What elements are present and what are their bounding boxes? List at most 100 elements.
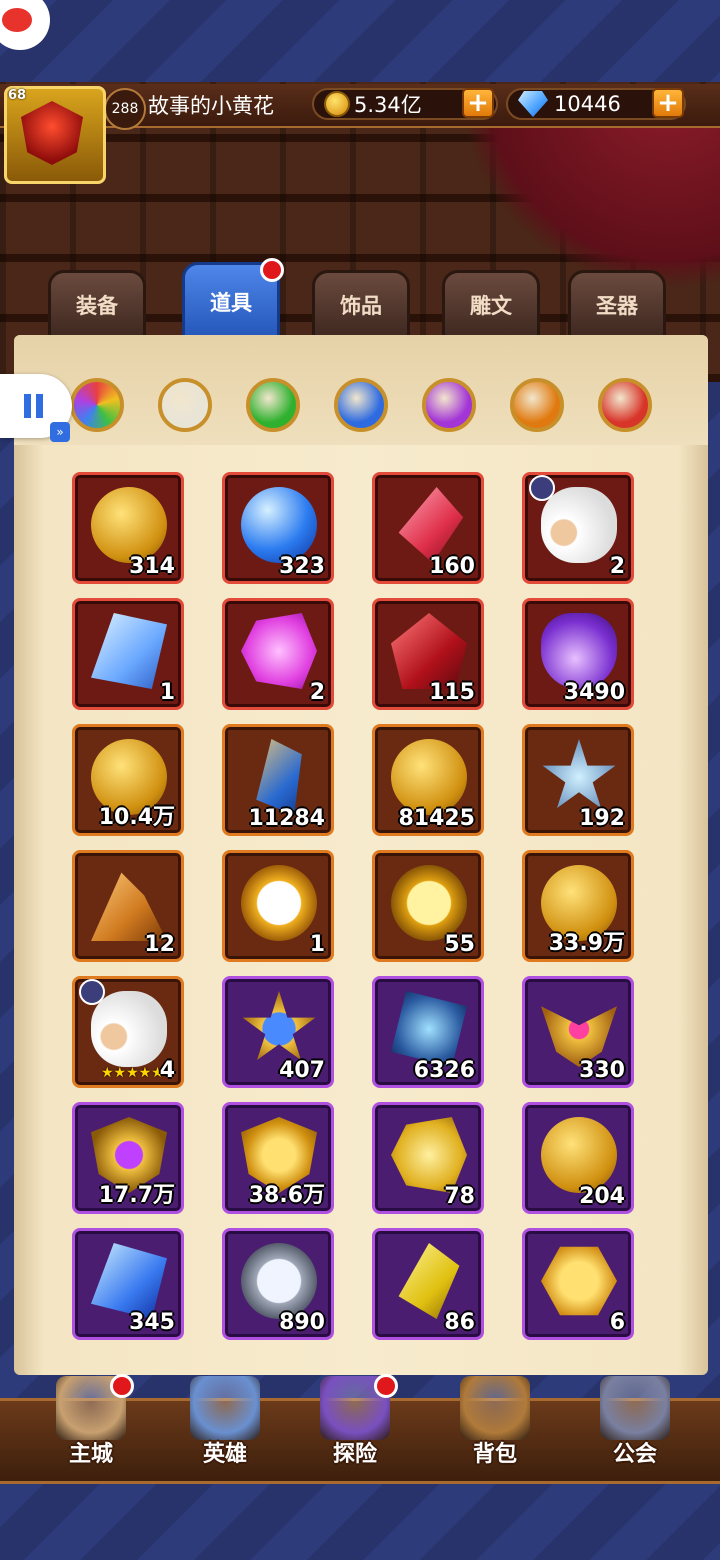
inventory-item[interactable]: 407 <box>222 976 334 1088</box>
storm-stone-icon <box>391 991 467 1067</box>
nav-item[interactable]: 英雄 <box>170 1366 280 1476</box>
m-coin-icon <box>541 1117 617 1193</box>
inventory-item[interactable]: 330 <box>522 976 634 1088</box>
inventory-item[interactable]: 2 <box>522 472 634 584</box>
inventory-item[interactable]: 12 <box>72 850 184 962</box>
nav-item[interactable]: 公会 <box>580 1366 690 1476</box>
item-count: 1 <box>309 932 325 957</box>
inventory-item[interactable]: 160 <box>372 472 484 584</box>
tab-label: 装备 <box>76 294 118 318</box>
hero-portrait-icon <box>190 1376 260 1440</box>
inventory-item[interactable]: 81425 <box>372 724 484 836</box>
hex-coin-icon <box>541 1246 617 1316</box>
item-count: 314 <box>129 554 175 579</box>
item-count: 38.6万 <box>248 1183 325 1208</box>
nav-label: 探险 <box>332 1442 377 1467</box>
item-count: 6 <box>609 1310 625 1335</box>
stopwatch-icon <box>241 865 317 941</box>
auto-play-button[interactable]: » <box>0 374 72 442</box>
item-count: 2 <box>309 680 325 705</box>
item-count: 78 <box>444 1184 475 1209</box>
power-badge: 288 <box>104 88 146 130</box>
tab-accessories[interactable]: 饰品 <box>312 270 410 340</box>
magnifier-silver-icon <box>241 1243 317 1319</box>
item-count: 323 <box>279 554 325 579</box>
inventory-item[interactable]: 17.7万 <box>72 1102 184 1214</box>
item-count: 160 <box>429 554 475 579</box>
item-count: 11284 <box>248 806 325 831</box>
inventory-item[interactable]: 6326 <box>372 976 484 1088</box>
inventory-item[interactable]: 33.9万 <box>522 850 634 962</box>
nav-item[interactable]: 背包 <box>440 1366 550 1476</box>
inventory-item[interactable]: 3490 <box>522 598 634 710</box>
rune-stone-icon <box>91 613 167 689</box>
pause-icon <box>24 394 31 418</box>
notification-dot <box>110 1374 134 1398</box>
red-crystal-cluster-icon <box>391 613 467 689</box>
item-count: 890 <box>279 1310 325 1335</box>
inventory-item[interactable]: 38.6万 <box>222 1102 334 1214</box>
item-count: 330 <box>579 1058 625 1083</box>
tab-label: 圣器 <box>596 294 638 318</box>
filter-purple[interactable] <box>422 378 476 432</box>
tab-label: 饰品 <box>340 294 382 318</box>
gold-puzzle-icon <box>391 1117 467 1193</box>
blue-shard-icon <box>256 739 302 815</box>
filter-white[interactable] <box>158 378 212 432</box>
inventory-item[interactable]: 345 <box>72 1228 184 1340</box>
gold-amount: 5.34亿 <box>354 93 422 117</box>
nav-label: 公会 <box>612 1442 657 1467</box>
rank-emblem-icon <box>21 101 83 165</box>
yellow-crystal-icon <box>398 1243 460 1319</box>
inventory-item[interactable]: 55 <box>372 850 484 962</box>
inventory-item[interactable]: 314 <box>72 472 184 584</box>
inventory-item[interactable]: 890 <box>222 1228 334 1340</box>
item-count: 2 <box>609 554 625 579</box>
inventory-item[interactable]: 1 <box>222 850 334 962</box>
add-diamond-button[interactable]: + <box>652 88 684 118</box>
player-name: 故事的小黄花 <box>148 94 274 118</box>
nav-item[interactable]: 主城 <box>36 1366 146 1476</box>
notification-dot <box>374 1374 398 1398</box>
tab-equipment[interactable]: 装备 <box>48 270 146 340</box>
filter-blue[interactable] <box>334 378 388 432</box>
inventory-item[interactable]: 2 <box>222 598 334 710</box>
item-count: 407 <box>279 1058 325 1083</box>
star-rating: ★★★★★ <box>101 1065 164 1081</box>
filter-orange[interactable] <box>510 378 564 432</box>
blue-ice-crystal-icon <box>91 1243 167 1319</box>
inventory-item[interactable]: 11284 <box>222 724 334 836</box>
nav-label: 背包 <box>472 1442 517 1467</box>
inventory-item[interactable]: ★★★★★ 4 <box>72 976 184 1088</box>
inventory-item[interactable]: 86 <box>372 1228 484 1340</box>
add-gold-button[interactable]: + <box>462 88 494 118</box>
red-crystal-shard-icon <box>398 487 464 563</box>
diamond-amount: 10446 <box>554 92 621 116</box>
bottom-decor <box>0 1482 720 1560</box>
notification-dot <box>260 258 284 282</box>
item-count: 81425 <box>398 806 475 831</box>
inventory-item[interactable]: 323 <box>222 472 334 584</box>
tab-artifacts[interactable]: 圣器 <box>568 270 666 340</box>
guild-tower-icon <box>600 1376 670 1440</box>
inventory-item[interactable]: 115 <box>372 598 484 710</box>
player-level: 68 <box>8 88 27 103</box>
filter-all-colors[interactable] <box>70 378 124 432</box>
nav-label: 英雄 <box>202 1442 247 1467</box>
eagle-coin-icon <box>91 487 167 563</box>
nav-item[interactable]: 探险 <box>300 1366 410 1476</box>
filter-green[interactable] <box>246 378 300 432</box>
inventory-item[interactable]: 1 <box>72 598 184 710</box>
tab-glyphs[interactable]: 雕文 <box>442 270 540 340</box>
winged-emblem-icon <box>541 1006 617 1067</box>
inventory-item[interactable]: 6 <box>522 1228 634 1340</box>
ice-star-icon <box>542 739 616 809</box>
item-count: 1 <box>159 680 175 705</box>
item-count: 10.4万 <box>98 805 175 830</box>
inventory-item[interactable]: 204 <box>522 1102 634 1214</box>
sand-pile-icon <box>91 872 167 941</box>
inventory-item[interactable]: 10.4万 <box>72 724 184 836</box>
inventory-item[interactable]: 192 <box>522 724 634 836</box>
filter-red[interactable] <box>598 378 652 432</box>
inventory-item[interactable]: 78 <box>372 1102 484 1214</box>
